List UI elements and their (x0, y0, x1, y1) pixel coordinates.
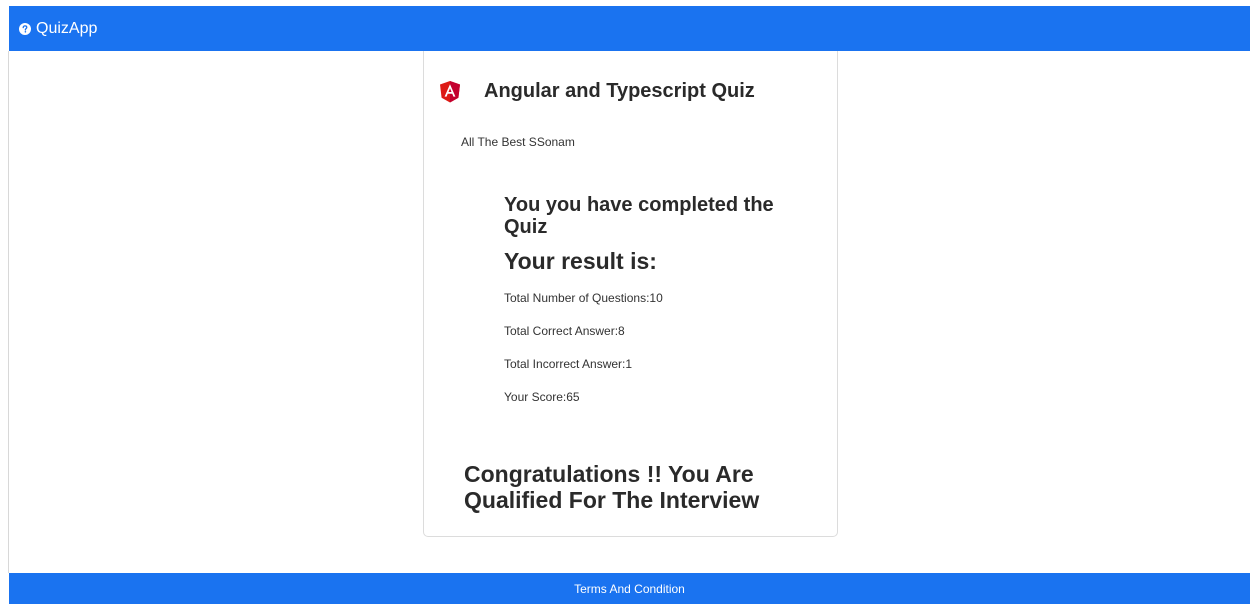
congratulations-message: Congratulations !! You Are Qualified For… (464, 461, 760, 513)
quiz-card: Angular and Typescript Quiz All The Best… (423, 51, 838, 537)
greeting-text: All The Best SSonam (461, 135, 575, 149)
angular-logo-icon (440, 80, 460, 103)
brand-label: QuizApp (36, 19, 98, 37)
stat-correct-answers: Total Correct Answer:8 (504, 324, 625, 338)
page: QuizApp Angular and Typescript Quiz All … (0, 0, 1250, 604)
result-heading: Your result is: (504, 248, 657, 274)
navbar: QuizApp (9, 6, 1250, 51)
stat-incorrect-answers: Total Incorrect Answer:1 (504, 357, 633, 371)
quiz-header: Angular and Typescript Quiz (440, 80, 755, 103)
result-block: You you have completed the Quiz Your res… (504, 194, 804, 274)
completed-message: You you have completed the Quiz (504, 194, 774, 238)
stat-score: Your Score:65 (504, 390, 580, 404)
quiz-title: Angular and Typescript Quiz (484, 80, 755, 102)
stat-total-questions: Total Number of Questions:10 (504, 291, 663, 305)
page-left-border (8, 51, 9, 573)
question-circle-icon (19, 22, 31, 35)
brand-link[interactable]: QuizApp (19, 20, 97, 38)
footer: Terms And Condition (9, 573, 1250, 604)
terms-link[interactable]: Terms And Condition (574, 582, 685, 596)
